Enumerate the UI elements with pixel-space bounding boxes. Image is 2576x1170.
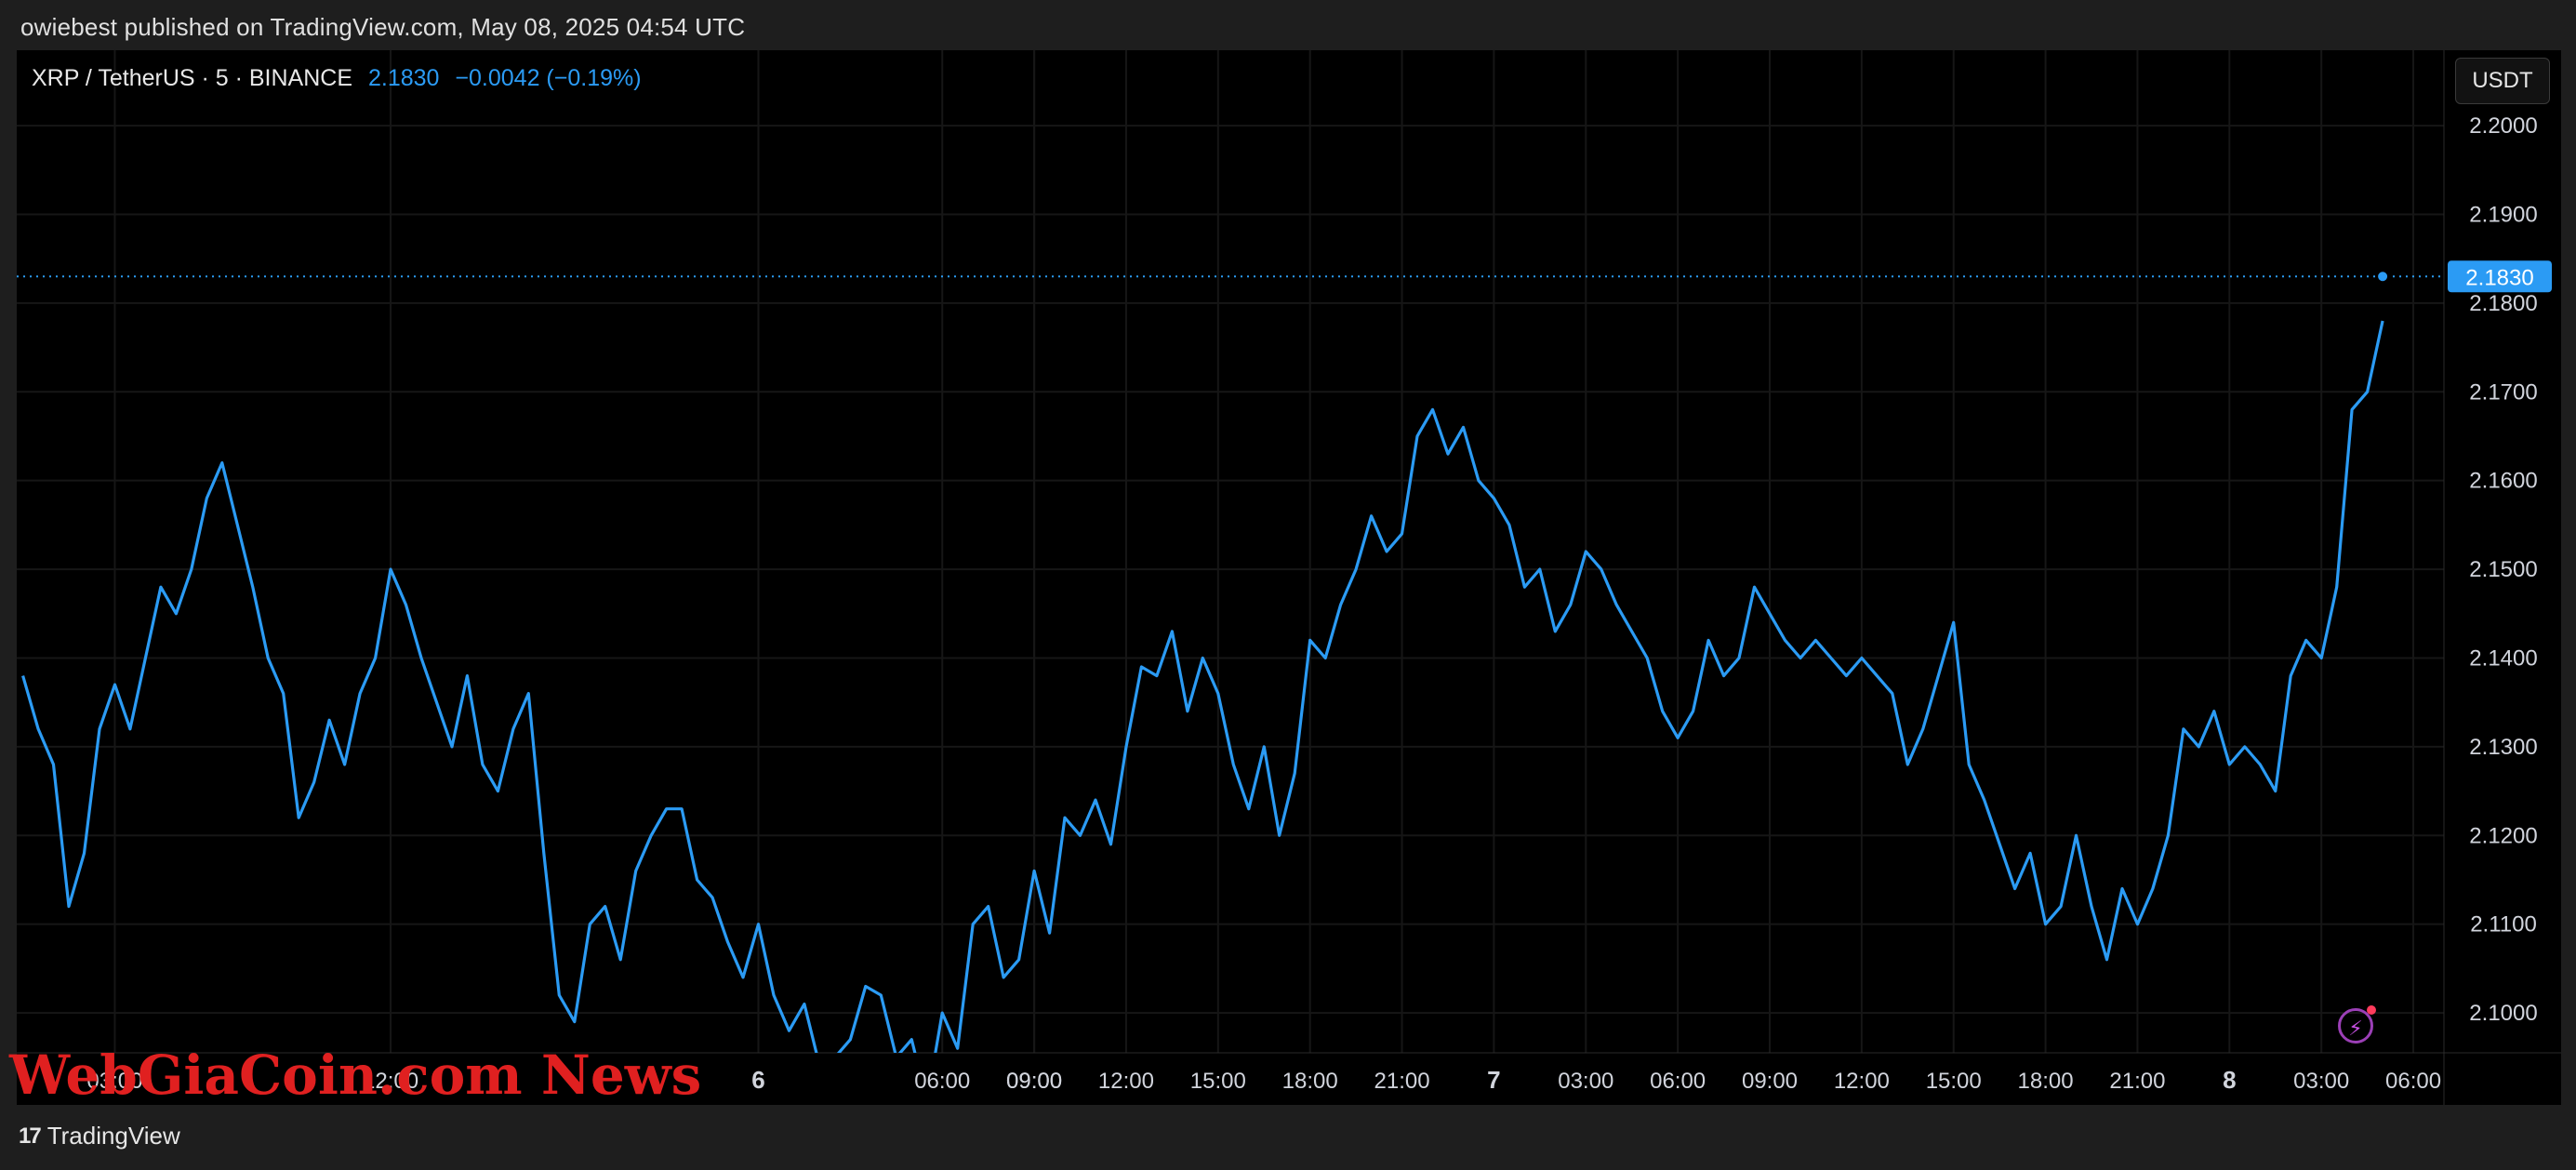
x-tick-label: 6 [751, 1066, 764, 1094]
symbol-name[interactable]: XRP / TetherUS · 5 · BINANCE [32, 65, 352, 91]
x-tick-label: 12:00 [1098, 1069, 1154, 1094]
y-tick-label: 2.1600 [2469, 469, 2537, 494]
x-tick-label: 06:00 [914, 1069, 970, 1094]
last-value: 2.1830 [367, 65, 440, 91]
lightning-icon[interactable]: ⚡ [2338, 1005, 2376, 1044]
x-tick-label: 21:00 [1374, 1069, 1430, 1094]
x-tick-label: 12:00 [1834, 1069, 1890, 1094]
grid-lines [17, 50, 2444, 1053]
y-tick-label: 2.1200 [2469, 823, 2537, 848]
last-price-label: 2.1830 [2448, 260, 2552, 293]
x-tick-label: 06:00 [2385, 1069, 2441, 1094]
watermark-text: WebGiaCoin.com News [9, 1044, 702, 1107]
brand-name: TradingView [46, 1122, 180, 1150]
currency-button[interactable]: USDT [2455, 58, 2550, 104]
y-tick-label: 2.1900 [2469, 202, 2537, 227]
x-tick-label: 7 [1487, 1066, 1500, 1094]
last-price-text: 2.1830 [2465, 265, 2533, 290]
x-tick-label: 03:00 [2293, 1069, 2349, 1094]
x-tick-label: 03:00 [1558, 1069, 1613, 1094]
y-tick-label: 2.1400 [2469, 645, 2537, 671]
x-tick-label: 18:00 [2018, 1069, 2074, 1094]
y-tick-label: 2.1500 [2469, 557, 2537, 582]
x-tick-label: 15:00 [1926, 1069, 1982, 1094]
x-tick-label: 15:00 [1190, 1069, 1246, 1094]
notification-dot [2367, 1005, 2376, 1015]
x-tick-label: 06:00 [1650, 1069, 1706, 1094]
y-tick-label: 2.1000 [2469, 1001, 2537, 1026]
axis-background [17, 50, 2561, 1105]
x-tick-label: 09:00 [1742, 1069, 1798, 1094]
y-axis[interactable]: 2.1000 2.1100 2.1200 2.1300 2.1400 2.1500 2.16… [2469, 113, 2537, 1026]
y-tick-label: 2.1700 [2469, 379, 2537, 405]
last-price-dot [2376, 270, 2390, 284]
x-tick-label: 09:00 [1006, 1069, 1062, 1094]
price-chart[interactable]: 2.1000 2.1100 2.1200 2.1300 2.1400 2.1500 2.16… [0, 0, 2576, 1170]
price-change: −0.0042 (−0.19%) [455, 65, 642, 91]
x-tick-label: 18:00 [1282, 1069, 1338, 1094]
y-tick-label: 2.2000 [2469, 113, 2537, 139]
footer-brand[interactable]: 17 TradingView [19, 1122, 180, 1150]
y-tick-label: 2.1800 [2469, 291, 2537, 316]
x-tick-label: 21:00 [2109, 1069, 2165, 1094]
symbol-legend: XRP / TetherUS · 5 · BINANCE 2.1830 −0.0… [32, 65, 642, 92]
series-line [21, 320, 2384, 1053]
tradingview-logo-icon: 17 [19, 1123, 42, 1149]
x-tick-label: 8 [2223, 1066, 2236, 1094]
y-tick-label: 2.1300 [2469, 735, 2537, 760]
y-tick-label: 2.1100 [2470, 912, 2537, 937]
